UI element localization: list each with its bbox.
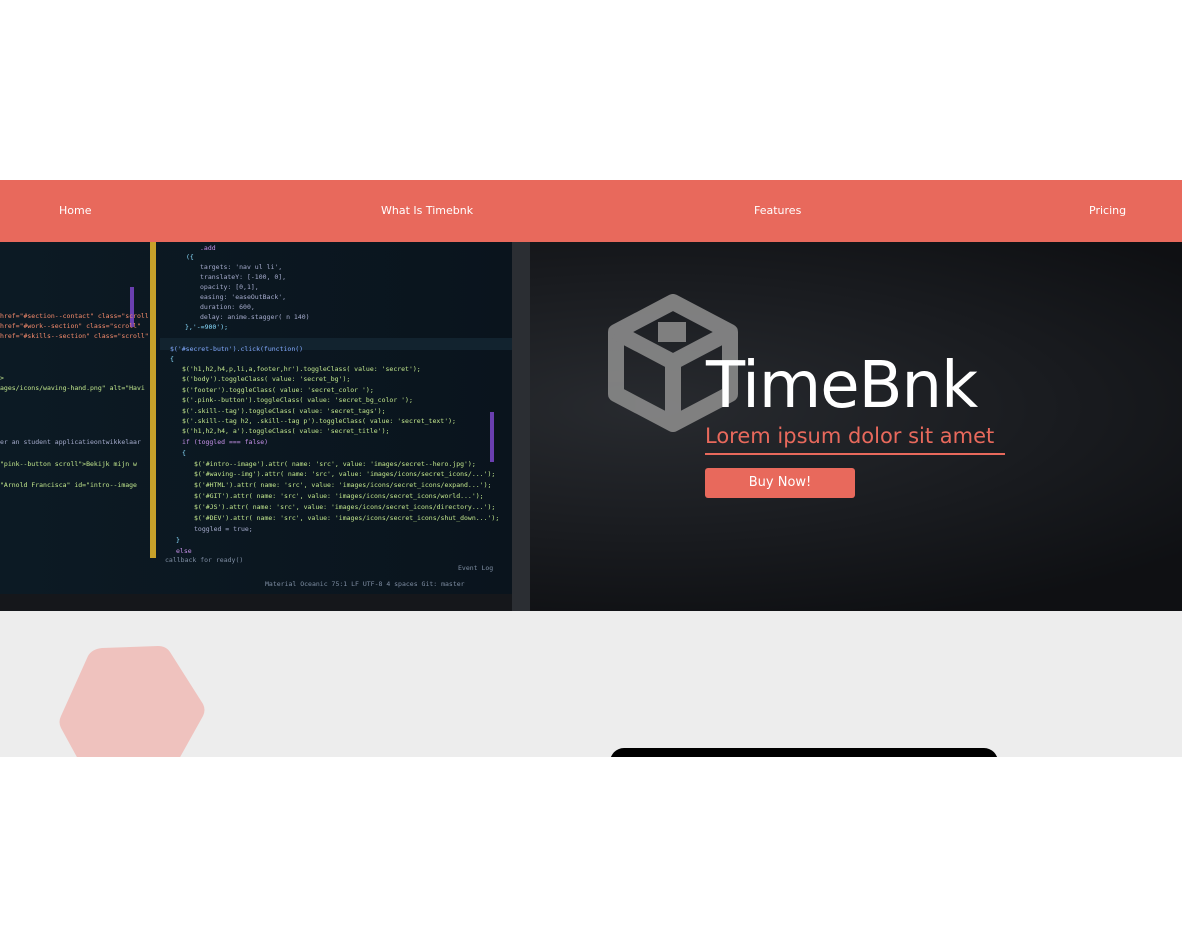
hero-section: .add ({ targets: 'nav ul li', translateY… (0, 242, 1182, 611)
svg-text:>: > (0, 374, 4, 382)
svg-text:$('.pink--button').toggleClass: $('.pink--button').toggleClass( value: '… (182, 396, 413, 404)
buy-now-button[interactable]: Buy Now! (705, 468, 855, 498)
svg-text:.add: .add (200, 244, 216, 252)
svg-text:easing: 'easeOutBack',: easing: 'easeOutBack', (200, 293, 286, 301)
svg-text:if (toggled === false): if (toggled === false) (182, 438, 268, 446)
nav-what-is-link[interactable]: What Is Timebnk (381, 180, 473, 242)
nav-home-link[interactable]: Home (59, 180, 91, 242)
hexagon-decoration (59, 646, 205, 757)
dark-card (610, 748, 998, 757)
page: Home What Is Timebnk Features Pricing .a… (0, 0, 1182, 937)
svg-text:$('#secret-butn').click(functi: $('#secret-butn').click(function() (170, 345, 303, 353)
svg-text:opacity: [0,1],: opacity: [0,1], (200, 283, 259, 291)
svg-text:$('#DEV').attr( name: 'src', v: $('#DEV').attr( name: 'src', value: 'ima… (194, 514, 499, 522)
svg-text:$('h1,h2,h4,p,li,a,footer,hr'): $('h1,h2,h4,p,li,a,footer,hr').toggleCla… (182, 365, 421, 373)
svg-text:else: else (176, 547, 192, 555)
svg-text:$('footer').toggleClass( value: $('footer').toggleClass( value: 'secret_… (182, 386, 374, 394)
svg-text:href="#skills--section" class=: href="#skills--section" class="scroll" (0, 332, 149, 340)
svg-text:targets: 'nav ul li',: targets: 'nav ul li', (200, 263, 282, 271)
nav-pricing-link[interactable]: Pricing (1089, 180, 1126, 242)
svg-text:$('#GIT').attr( name: 'src', v: $('#GIT').attr( name: 'src', value: 'ima… (194, 492, 484, 500)
svg-text:$('body').toggleClass( value:: $('body').toggleClass( value: 'secret_bg… (182, 375, 350, 383)
svg-text:$('h1,h2,h4, a').toggleClass(: $('h1,h2,h4, a').toggleClass( value: 'se… (182, 427, 389, 435)
svg-text:{: { (182, 449, 186, 457)
svg-text:}: } (176, 536, 180, 544)
svg-text:"pink--button scroll">Bekijk m: "pink--button scroll">Bekijk mijn w (0, 460, 137, 468)
svg-text:Event Log: Event Log (458, 564, 493, 572)
features-section (0, 611, 1182, 757)
svg-text:({: ({ (186, 253, 194, 261)
svg-text:href="#work--section" class="s: href="#work--section" class="scroll" (0, 322, 141, 330)
svg-text:$('#intro--image').attr( name:: $('#intro--image').attr( name: 'src', va… (194, 460, 476, 468)
hero-title: TimeBnk (706, 349, 978, 423)
svg-text:toggled = true;: toggled = true; (194, 525, 253, 533)
navbar: Home What Is Timebnk Features Pricing (0, 180, 1182, 242)
svg-text:{: { (170, 355, 174, 363)
svg-text:href="#section--contact" class: href="#section--contact" class="scroll (0, 312, 149, 320)
svg-text:translateY: [-100, 0],: translateY: [-100, 0], (200, 273, 286, 281)
svg-text:"Arnold Francisca" id="intro--: "Arnold Francisca" id="intro--image (0, 481, 137, 489)
svg-text:callback for ready(): callback for ready() (165, 556, 243, 564)
svg-text:duration: 600,: duration: 600, (200, 303, 255, 311)
hero-subtitle: Lorem ipsum dolor sit amet (705, 421, 1005, 455)
nav-features-link[interactable]: Features (754, 180, 801, 242)
svg-text:delay: anime.stagger( n 140): delay: anime.stagger( n 140) (200, 313, 310, 321)
svg-text:Material Oceanic 75:1 LF: Material Oceanic 75:1 LF UTF-8 4 spaces … (265, 580, 465, 588)
svg-text:$('.skill--tag').toggleClass(: $('.skill--tag').toggleClass( value: 'se… (182, 407, 386, 415)
svg-text:},'-=900');: },'-=900'); (185, 323, 228, 331)
svg-text:$('.skill--tag h2, .skill--tag: $('.skill--tag h2, .skill--tag p').toggl… (182, 417, 456, 425)
svg-text:$('#waving--img').attr( name:: $('#waving--img').attr( name: 'src', val… (194, 470, 495, 478)
svg-text:$('#HTML').attr( name: 'src',: $('#HTML').attr( name: 'src', value: 'im… (194, 481, 491, 489)
svg-text:er an student applicatieontwik: er an student applicatieontwikkelaar (0, 438, 141, 446)
svg-text:ages/icons/waving-hand.png" al: ages/icons/waving-hand.png" alt="Havi (0, 384, 145, 392)
svg-text:$('#JS').attr( name: 'src', va: $('#JS').attr( name: 'src', value: 'imag… (194, 503, 495, 511)
